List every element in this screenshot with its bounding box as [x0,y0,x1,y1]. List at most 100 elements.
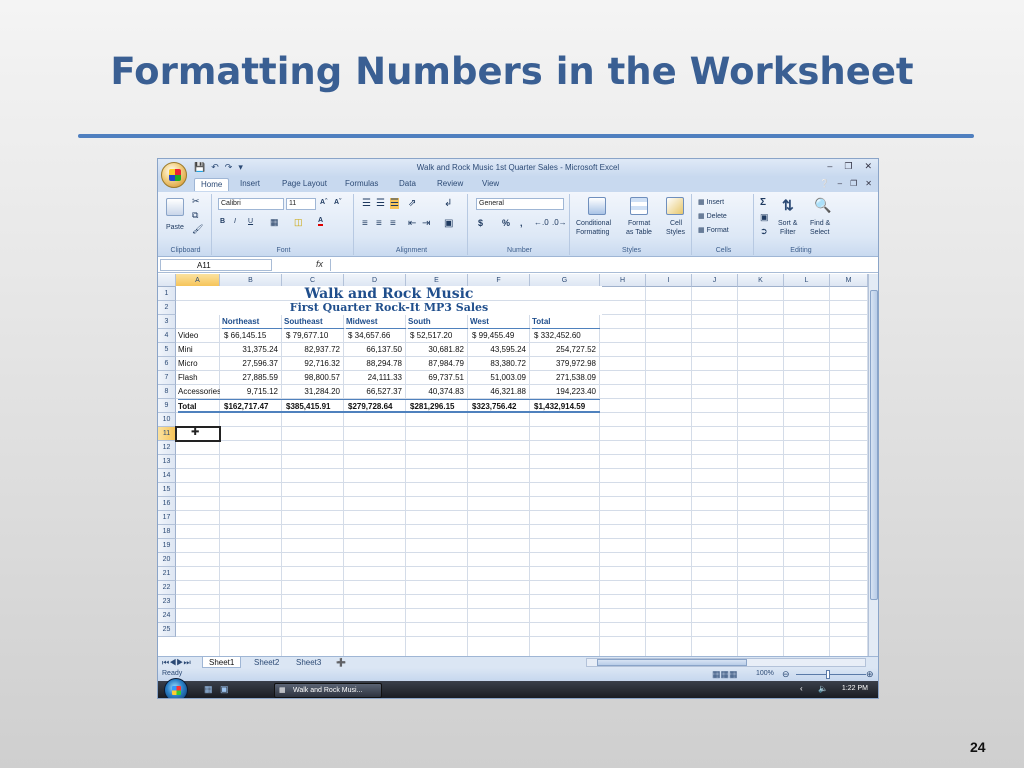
increase-indent-icon[interactable]: ⇥ [422,218,430,229]
row-header[interactable]: 8 [158,385,176,399]
row-header[interactable]: 3 [158,315,176,329]
tab-formulas[interactable]: Formulas [345,179,378,188]
format-as-table-label[interactable]: Format [628,220,650,227]
data-cell[interactable]: $ 34,657.66 [344,329,406,343]
format-as-table-label-2[interactable]: as Table [626,229,652,236]
data-cell[interactable]: 379,972.98 [530,357,600,371]
borders-icon[interactable]: ▦ [270,217,279,228]
zoom-out-icon[interactable]: ⊖ [782,669,790,680]
row-header[interactable]: 23 [158,595,176,609]
data-cell[interactable]: 98,800.57 [282,371,344,385]
minimize-icon[interactable]: – [827,161,832,172]
comma-style-icon[interactable]: , [520,218,523,228]
format-cells-button[interactable]: ▦ Format [698,226,729,234]
column-label-cell[interactable]: Midwest [346,315,406,329]
tab-insert[interactable]: Insert [240,179,260,188]
data-cell[interactable]: 40,374.83 [406,385,468,399]
data-cell[interactable]: 83,380.72 [468,357,530,371]
switch-windows-icon[interactable]: ▣ [220,684,229,695]
data-cell[interactable]: 31,284.20 [282,385,344,399]
restore-icon[interactable]: ❐ [844,161,852,172]
total-cell[interactable]: $1,432,914.59 [530,399,600,413]
data-cell[interactable]: $ 52,517.20 [406,329,468,343]
decrease-decimal-icon[interactable]: .0→ [552,218,567,227]
total-cell[interactable]: $323,756.42 [468,399,530,413]
wrap-text-icon[interactable]: ↲ [444,198,452,209]
align-bottom-icon[interactable]: ☰ [390,198,399,209]
data-cell[interactable]: 43,595.24 [468,343,530,357]
find-select-icon[interactable]: 🔍 [814,197,832,215]
shrink-font-icon[interactable]: Aˇ [334,199,341,206]
data-cell[interactable]: 30,681.82 [406,343,468,357]
data-cell[interactable]: 66,527.37 [344,385,406,399]
data-cell[interactable]: 66,137.50 [344,343,406,357]
data-cell[interactable]: 46,321.88 [468,385,530,399]
insert-cells-button[interactable]: ▦ Insert [698,198,724,206]
data-cell[interactable]: 271,538.09 [530,371,600,385]
tab-data[interactable]: Data [399,179,416,188]
conditional-formatting-icon[interactable] [588,197,606,215]
zoom-slider[interactable] [796,674,866,675]
view-buttons-icon[interactable]: ▦▦▦ [712,669,738,680]
select-all-corner[interactable] [158,274,176,287]
format-as-table-icon[interactable] [630,197,648,215]
sheet-tab-2[interactable]: Sheet2 [248,657,285,668]
data-cell[interactable]: 92,716.32 [282,357,344,371]
orientation-icon[interactable]: ⇗ [408,198,416,209]
tab-page-layout[interactable]: Page Layout [282,179,327,188]
insert-sheet-icon[interactable]: ➕ [330,657,352,668]
row-header[interactable]: 22 [158,581,176,595]
sheet-nav-icons[interactable]: ⏮◀▶⏭ [160,657,193,668]
row-header[interactable]: 10 [158,413,176,427]
tab-home[interactable]: Home [194,178,230,191]
vertical-scrollbar[interactable] [868,274,878,656]
grow-font-icon[interactable]: Aˆ [320,199,327,206]
data-cell[interactable]: 27,596.37 [220,357,282,371]
align-top-icon[interactable]: ☰ [362,198,371,209]
fill-color-icon[interactable]: ◫ [294,217,303,228]
cell-styles-icon[interactable] [666,197,684,215]
align-left-icon[interactable]: ≡ [362,218,368,229]
close-icon[interactable]: ✕ [864,161,872,172]
data-cell[interactable]: 27,885.59 [220,371,282,385]
row-label-cell[interactable]: Mini [178,343,220,357]
column-header[interactable]: H [600,274,646,287]
start-button[interactable] [164,678,188,698]
column-header[interactable]: K [738,274,784,287]
cut-icon[interactable]: ✂ [192,196,200,207]
data-cell[interactable]: 51,003.09 [468,371,530,385]
delete-cells-button[interactable]: ▦ Delete [698,212,727,220]
data-cell[interactable]: $ 79,677.10 [282,329,344,343]
row-header[interactable]: 1 [158,287,176,301]
total-cell[interactable]: $162,717.47 [220,399,282,413]
align-middle-icon[interactable]: ☰ [376,198,385,209]
bold-icon[interactable]: B [220,218,225,225]
row-header[interactable]: 5 [158,343,176,357]
column-header[interactable]: I [646,274,692,287]
tab-review[interactable]: Review [437,179,463,188]
ribbon-close-icon[interactable]: ✕ [865,179,872,188]
clear-icon[interactable]: ➲ [760,226,768,237]
row-header[interactable]: 14 [158,469,176,483]
conditional-formatting-label-2[interactable]: Formatting [576,229,609,236]
find-select-label-2[interactable]: Select [810,229,829,236]
sheet-tab-3[interactable]: Sheet3 [290,657,327,668]
column-header[interactable]: J [692,274,738,287]
row-header[interactable]: 19 [158,539,176,553]
row-header[interactable]: 16 [158,497,176,511]
paste-button[interactable]: Paste [166,224,184,231]
cell-styles-label-2[interactable]: Styles [666,229,685,236]
office-button[interactable] [161,162,187,188]
horizontal-scroll-thumb[interactable] [597,659,747,666]
italic-icon[interactable]: I [234,218,236,225]
sheet-tab-1[interactable]: Sheet1 [202,657,242,668]
row-header[interactable]: 18 [158,525,176,539]
insert-function-button[interactable]: fx [316,259,323,269]
show-desktop-icon[interactable]: ▦ [204,684,213,695]
name-box[interactable]: A11 [160,259,272,271]
sort-filter-icon[interactable]: ⇅ [782,197,800,215]
tray-arrow-icon[interactable]: ‹ [800,684,803,693]
data-cell[interactable]: 87,984.79 [406,357,468,371]
column-label-cell[interactable]: West [470,315,530,329]
row-header[interactable]: 9 [158,399,176,413]
